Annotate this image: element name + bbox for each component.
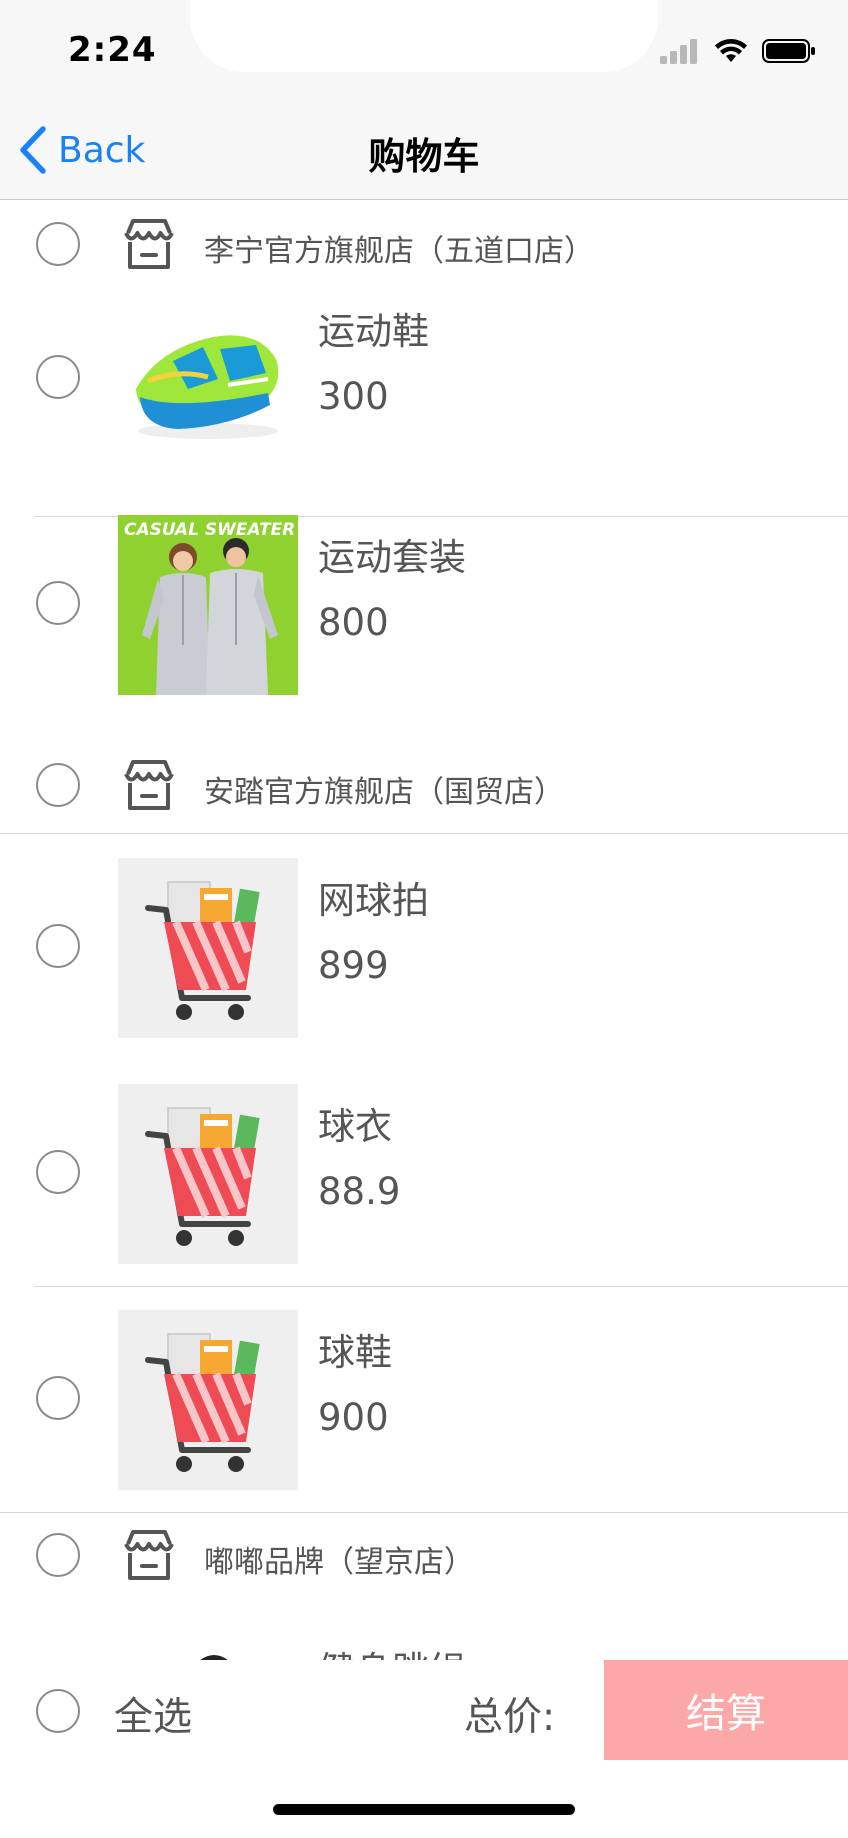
cart-item[interactable]: 球鞋 900 <box>0 1286 848 1512</box>
svg-text:CASUAL SWEATER: CASUAL SWEATER <box>124 520 295 540</box>
product-price: 899 <box>318 944 389 987</box>
notch <box>190 0 658 72</box>
product-name: 运动套装 <box>318 536 466 579</box>
cart-placeholder-image <box>118 858 298 1038</box>
product-price: 88.9 <box>318 1170 401 1213</box>
cart-item[interactable]: 运动鞋 300 <box>0 265 848 491</box>
store-icon <box>124 760 174 810</box>
home-indicator[interactable] <box>273 1804 575 1815</box>
product-price: 900 <box>318 1396 389 1439</box>
shop-select-radio[interactable] <box>36 222 80 266</box>
navigation-bar: Back 购物车 <box>0 100 848 200</box>
product-name: 网球拍 <box>318 879 429 922</box>
checkout-bar: 全选 总价: 结算 <box>0 1660 848 1762</box>
item-select-radio[interactable] <box>36 355 80 399</box>
item-select-radio[interactable] <box>36 1376 80 1420</box>
product-name: 球衣 <box>318 1105 392 1148</box>
shop-name: 嘟嘟品牌（望京店） <box>204 1545 474 1580</box>
product-image-sneaker <box>118 289 298 469</box>
cart-list[interactable]: 李宁官方旗舰店（五道口店） 运动鞋 300 CASUAL SWEATER 运动套… <box>0 201 848 1660</box>
shop-header: 嘟嘟品牌（望京店） <box>0 1512 848 1600</box>
select-all-label[interactable]: 全选 <box>114 1686 192 1742</box>
shop-header: 安踏官方旗舰店（国贸店） <box>0 742 848 830</box>
cart-placeholder-image <box>118 1084 298 1264</box>
checkout-button[interactable]: 结算 <box>604 1660 848 1760</box>
product-price: 300 <box>318 375 389 418</box>
product-name: 运动鞋 <box>318 310 429 353</box>
status-icons <box>660 38 816 64</box>
item-select-radio[interactable] <box>36 924 80 968</box>
shop-name: 安踏官方旗舰店（国贸店） <box>204 775 564 810</box>
status-bar: 2:24 <box>0 0 848 100</box>
status-time: 2:24 <box>68 30 157 70</box>
cart-item[interactable]: 网球拍 899 <box>0 834 848 1060</box>
cart-item[interactable]: 球衣 88.9 <box>0 1060 848 1286</box>
cart-placeholder-image <box>118 1310 298 1490</box>
shop-select-radio[interactable] <box>36 763 80 807</box>
item-select-radio[interactable] <box>36 581 80 625</box>
wifi-icon <box>715 39 747 62</box>
page-title: 购物车 <box>368 135 480 178</box>
battery-icon <box>762 39 815 63</box>
cellular-signal-icon <box>660 39 697 64</box>
product-price: 800 <box>318 601 389 644</box>
store-icon <box>124 1530 174 1580</box>
total-price-label: 总价: <box>464 1695 556 1740</box>
shop-select-radio[interactable] <box>36 1533 80 1577</box>
product-name: 球鞋 <box>318 1331 392 1374</box>
cart-item[interactable]: CASUAL SWEATER 运动套装 800 <box>0 491 848 717</box>
product-image-tracksuit: CASUAL SWEATER <box>118 515 298 695</box>
product-image-jump-rope <box>118 1628 298 1660</box>
cart-item[interactable]: 健身跳绳 <box>0 1604 848 1660</box>
shop-name: 李宁官方旗舰店（五道口店） <box>204 234 594 269</box>
select-all-radio[interactable] <box>36 1689 80 1733</box>
product-name: 健身跳绳 <box>318 1640 466 1660</box>
item-select-radio[interactable] <box>36 1150 80 1194</box>
